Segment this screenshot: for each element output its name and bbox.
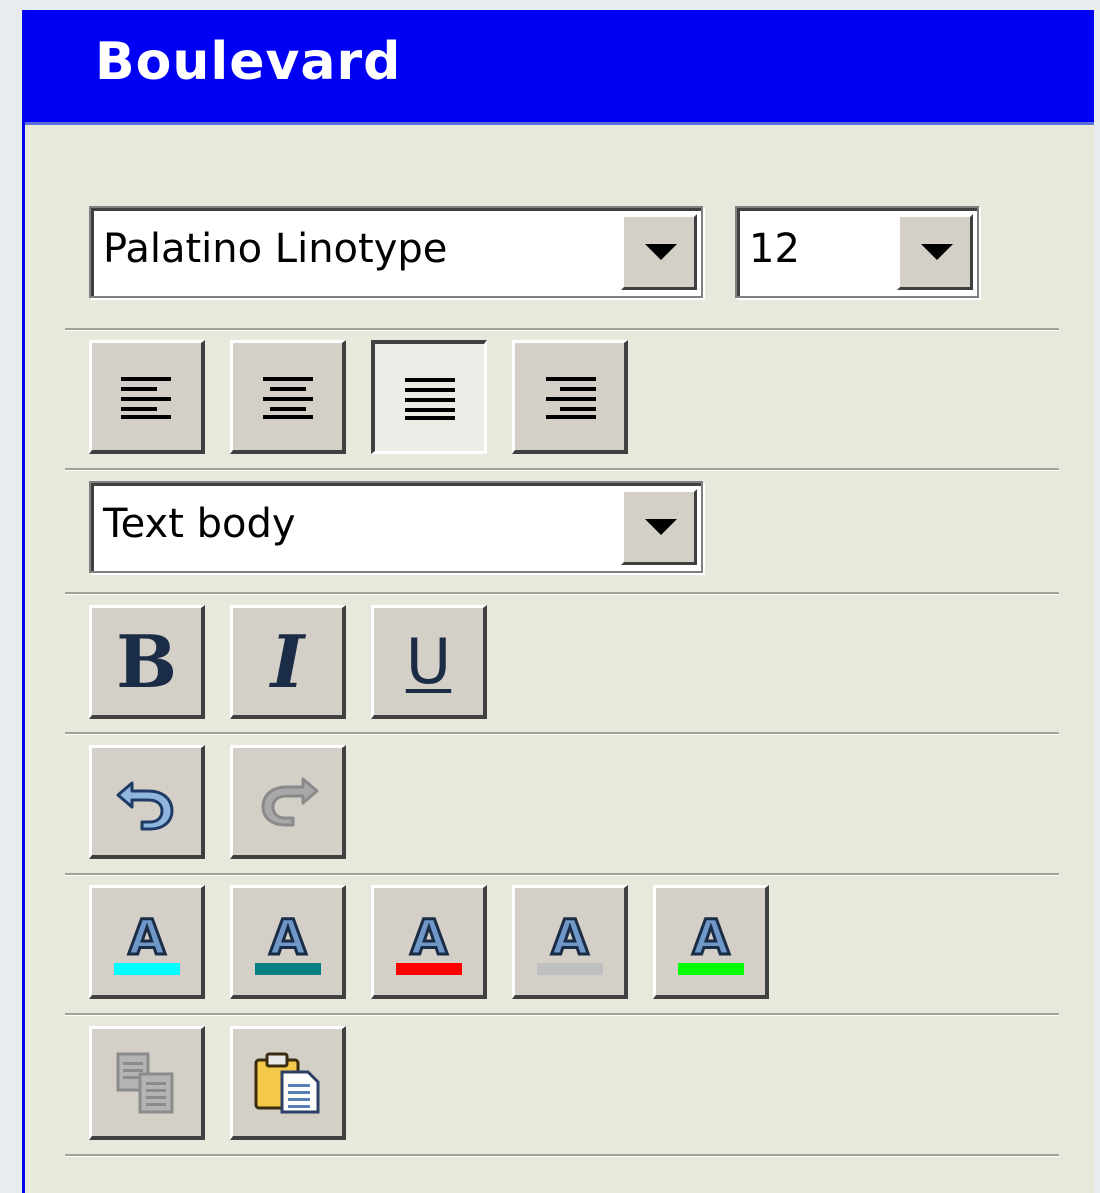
svg-text:A: A [269,910,306,966]
align-center-icon [262,376,313,419]
align-center-button[interactable] [230,340,346,454]
svg-text:A: A [410,910,447,966]
paste-button[interactable] [230,1026,346,1140]
separator [65,328,1059,331]
chevron-down-icon[interactable] [897,214,973,290]
paragraph-style-select[interactable]: Text body [89,481,703,573]
italic-icon: I [270,618,305,704]
copy-button[interactable] [89,1026,205,1140]
underline-icon: U [405,624,452,698]
font-family-value: Palatino Linotype [103,226,448,272]
chevron-down-icon[interactable] [621,489,697,565]
underline-button[interactable]: U [371,605,487,719]
bold-button[interactable]: B [89,605,205,719]
separator [65,873,1059,876]
separator [65,1013,1059,1016]
bold-icon: B [116,618,177,704]
undo-button[interactable] [89,745,205,859]
align-left-icon [120,376,171,419]
formatting-panel: Palatino Linotype 12 Text body B I U A A… [25,125,1094,1193]
font-color-cyan-button[interactable]: A [89,885,205,999]
svg-text:A: A [128,910,165,966]
svg-text:A: A [692,910,729,966]
redo-icon [261,777,318,826]
separator [65,592,1059,595]
font-color-teal-button[interactable]: A [230,885,346,999]
font-color-icon: A [395,908,462,975]
separator [65,468,1059,471]
align-justify-icon [404,377,455,420]
separator [65,732,1059,735]
window-title: Boulevard [95,32,402,92]
align-right-icon [545,376,596,419]
font-color-gray-button[interactable]: A [512,885,628,999]
font-color-green-button[interactable]: A [653,885,769,999]
font-color-red-button[interactable]: A [371,885,487,999]
align-justify-button[interactable] [371,340,487,454]
font-color-icon: A [113,908,180,975]
title-bar[interactable]: Boulevard [25,10,1094,125]
separator [65,1154,1059,1157]
font-family-select[interactable]: Palatino Linotype [89,206,703,298]
font-size-select[interactable]: 12 [735,206,979,298]
toolbar-window: Boulevard Palatino Linotype 12 Text body… [22,10,1094,1193]
align-right-button[interactable] [512,340,628,454]
paragraph-style-value: Text body [103,501,296,547]
chevron-down-icon[interactable] [621,214,697,290]
font-size-value: 12 [749,226,800,272]
font-color-icon: A [677,908,744,975]
font-color-icon: A [536,908,603,975]
undo-icon [116,781,173,830]
redo-button[interactable] [230,745,346,859]
copy-icon [116,1052,173,1113]
svg-text:A: A [551,910,588,966]
align-left-button[interactable] [89,340,205,454]
paste-icon [254,1052,319,1113]
font-color-icon: A [254,908,321,975]
italic-button[interactable]: I [230,605,346,719]
